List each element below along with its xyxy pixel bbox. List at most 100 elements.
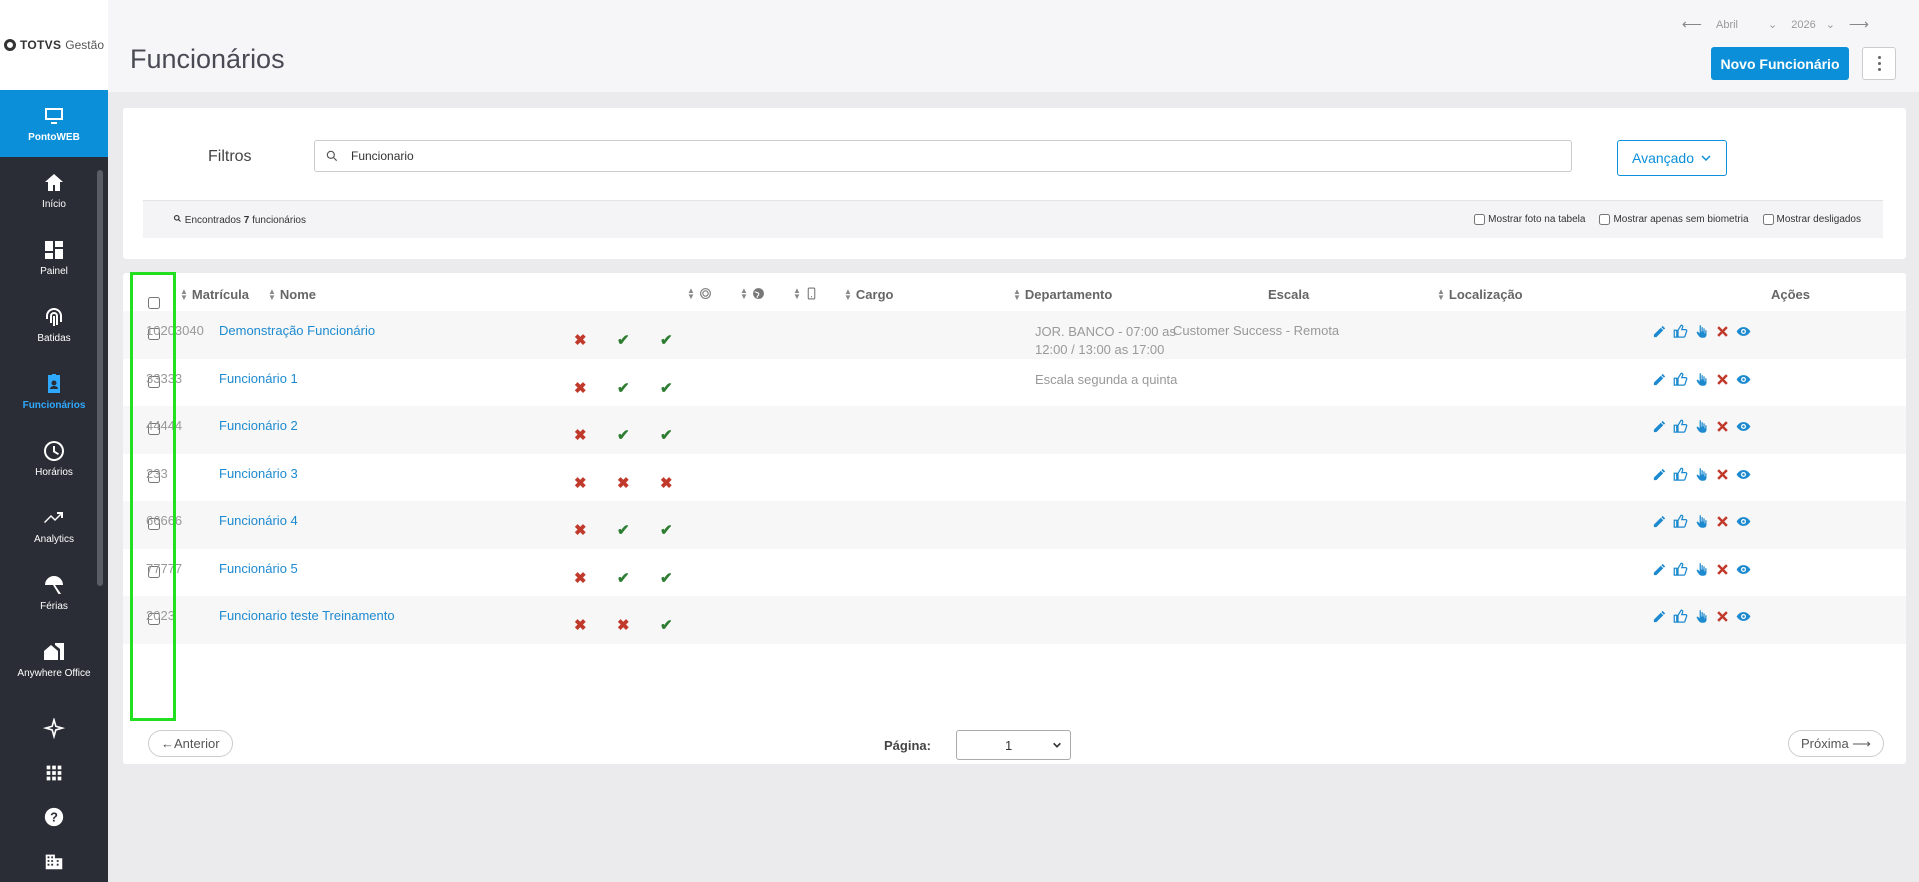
found-suffix: funcionários [252,214,306,226]
delete-x-icon[interactable] [1715,467,1730,482]
edit-icon[interactable] [1652,609,1667,624]
search-icon [326,150,338,162]
column-header-biometry[interactable]: ▲ ▼ [687,286,712,300]
employee-name-link[interactable]: Funcionário 5 [219,561,298,576]
thumbs-up-icon[interactable] [1673,514,1688,529]
eye-icon[interactable] [1736,372,1751,387]
advanced-filter-button[interactable]: Avançado [1617,140,1727,176]
mobile-status-icon: ✔ [660,522,673,539]
thumbs-up-icon[interactable] [1673,562,1688,577]
sparkle-button[interactable] [0,707,108,751]
new-employee-button[interactable]: Novo Funcionário [1711,47,1849,80]
sidebar-item-batidas[interactable]: Batidas [0,291,108,358]
eye-icon[interactable] [1736,419,1751,434]
delete-x-icon[interactable] [1715,419,1730,434]
sidebar-item-anywhere-office[interactable]: Anywhere Office [0,626,108,693]
employee-name-link[interactable]: Funcionário 2 [219,418,298,433]
globe-icon [753,288,764,299]
edit-icon[interactable] [1652,467,1667,482]
employee-name-link[interactable]: Demonstração Funcionário [219,323,375,338]
header-label: Nome [279,287,317,302]
edit-icon[interactable] [1652,419,1667,434]
hand-pointer-icon[interactable] [1694,514,1709,529]
edit-icon[interactable] [1652,562,1667,577]
previous-page-button[interactable]: ←Anterior [148,730,233,757]
sidebar-item-label: Analytics [33,534,74,545]
employee-name-link[interactable]: Funcionario teste Treinamento [219,608,395,623]
no-biometry-checkbox[interactable] [1599,214,1611,225]
help-button[interactable]: ? [0,795,108,839]
totvs-logo[interactable]: TOTVS Gestão [0,0,108,90]
column-header-departamento[interactable]: ▲ ▼ Departamento [1013,287,1112,302]
sort-icon: ▲ ▼ [740,285,748,301]
eye-icon[interactable] [1736,562,1751,577]
sort-icon: ▲ ▼ [180,286,188,302]
select-all-checkbox[interactable] [148,297,160,309]
sidebar-item-analytics[interactable]: Analytics [0,492,108,559]
column-header-matricula[interactable]: ▲ ▼ Matrícula [180,287,249,302]
thumbs-up-icon[interactable] [1673,609,1688,624]
delete-x-icon[interactable] [1715,562,1730,577]
page-select[interactable]: 1 [956,730,1071,760]
edit-icon[interactable] [1652,372,1667,387]
hand-pointer-icon[interactable] [1694,372,1709,387]
sidebar: TOTVS Gestão PontoWEB Início Painel Bati… [0,0,108,882]
column-header-cargo[interactable]: ▲ ▼ Cargo [844,287,893,302]
hand-pointer-icon[interactable] [1694,419,1709,434]
sidebar-item-horarios[interactable]: Horários [0,425,108,492]
search-input[interactable]: Funcionario [314,140,1572,172]
show-dismissed-checkbox[interactable] [1762,214,1774,225]
show-photo-checkbox[interactable] [1474,214,1486,225]
employee-name-link[interactable]: Funcionário 4 [219,513,298,528]
hand-pointer-icon[interactable] [1694,609,1709,624]
more-options-button[interactable] [1862,47,1896,80]
delete-x-icon[interactable] [1715,514,1730,529]
sidebar-item-painel[interactable]: Painel [0,224,108,291]
thumbs-up-icon[interactable] [1673,372,1688,387]
next-month-arrow-icon[interactable]: ⟶ [1849,16,1869,33]
thumbs-up-icon[interactable] [1673,324,1688,339]
month-select[interactable]: Abril ⌄ [1716,18,1777,32]
delete-x-icon[interactable] [1715,324,1730,339]
employee-name-link[interactable]: Funcionário 1 [219,371,298,386]
app-pontoweb[interactable]: PontoWEB [0,90,108,157]
column-header-web[interactable]: ▲ ▼ [740,285,765,301]
edit-icon[interactable] [1652,324,1667,339]
delete-x-icon[interactable] [1715,372,1730,387]
eye-icon[interactable] [1736,467,1751,482]
pagination: ←Anterior Página: 1 Próxima ⟶ [123,721,1906,764]
year-select[interactable]: 2026 ⌄ [1791,18,1835,32]
filter-footer: Encontrados 7 funcionários Mostrar foto … [143,200,1883,238]
apps-button[interactable] [0,751,108,795]
eye-icon[interactable] [1736,514,1751,529]
column-header-localizacao[interactable]: ▲ ▼ Localização [1437,287,1523,302]
fingerprint-icon [46,308,62,326]
sidebar-item-label: Batidas [37,333,71,344]
sidebar-scrollbar[interactable] [97,170,103,586]
column-header-mobile[interactable]: ▲ ▼ [793,286,818,300]
hand-pointer-icon[interactable] [1694,562,1709,577]
option-no-biometry[interactable]: Mostrar apenas sem biometria [1599,214,1749,225]
edit-icon[interactable] [1652,514,1667,529]
row-actions [1652,467,1751,482]
sort-icon: ▲ ▼ [1013,286,1021,302]
cell-matricula: 2023 [146,608,175,623]
column-header-nome[interactable]: ▲ ▼ Nome [268,287,316,302]
thumbs-up-icon[interactable] [1673,419,1688,434]
sidebar-item-inicio[interactable]: Início [0,157,108,224]
prev-month-arrow-icon[interactable]: ⟵ [1682,16,1702,33]
company-button[interactable] [0,839,108,882]
hand-pointer-icon[interactable] [1694,324,1709,339]
option-show-photo[interactable]: Mostrar foto na tabela [1474,214,1585,225]
next-page-button[interactable]: Próxima ⟶ [1788,730,1884,757]
home-icon [45,174,63,191]
delete-x-icon[interactable] [1715,609,1730,624]
sidebar-item-ferias[interactable]: Férias [0,559,108,626]
hand-pointer-icon[interactable] [1694,467,1709,482]
option-show-dismissed[interactable]: Mostrar desligados [1762,214,1861,225]
thumbs-up-icon[interactable] [1673,467,1688,482]
eye-icon[interactable] [1736,609,1751,624]
employee-name-link[interactable]: Funcionário 3 [219,466,298,481]
eye-icon[interactable] [1736,324,1751,339]
sidebar-item-funcionarios[interactable]: Funcionários [0,358,108,425]
